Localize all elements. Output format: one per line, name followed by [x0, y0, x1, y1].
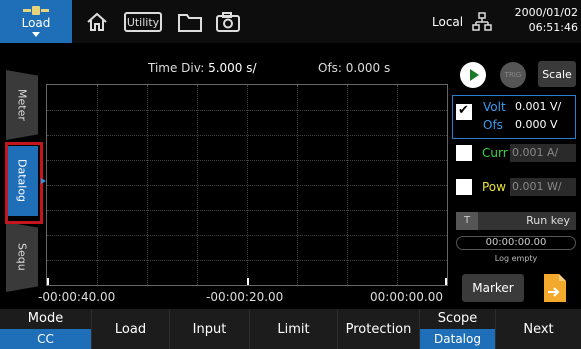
input-softkey[interactable]: Input: [170, 309, 250, 349]
tab-sequ-label: Sequ: [15, 243, 29, 271]
trace-marker-icon: [41, 178, 46, 184]
volt-ofs-value[interactable]: 0.000 V: [515, 118, 558, 131]
curr-checkbox[interactable]: [456, 145, 472, 161]
pow-scale-value[interactable]: 0.001 W/: [510, 178, 576, 196]
scope-label: Scope: [437, 311, 478, 326]
tab-sequ[interactable]: Sequ: [6, 222, 38, 292]
protection-softkey[interactable]: Protection: [338, 309, 420, 349]
pow-checkbox[interactable]: [456, 179, 472, 195]
x-label-mid: -00:00:20.00: [206, 290, 284, 304]
load-menu-button[interactable]: Load: [0, 0, 72, 43]
folder-icon[interactable]: [176, 10, 204, 34]
camera-icon[interactable]: [214, 10, 242, 34]
top-bar: Load Utility Local 2000/01/02 06:51:46: [0, 0, 581, 43]
log-status: Log empty: [494, 254, 538, 263]
marker-button[interactable]: Marker: [462, 274, 524, 302]
volt-scale-value[interactable]: 0.001 V/: [515, 100, 561, 113]
mode-softkey[interactable]: Mode CC: [0, 309, 92, 349]
scope-softkey[interactable]: Scope Datalog: [420, 309, 496, 349]
bottom-softkey-bar: Mode CC Load Input Limit Protection Scop…: [0, 309, 581, 349]
scale-button[interactable]: Scale: [538, 61, 576, 87]
limit-softkey[interactable]: Limit: [250, 309, 338, 349]
utility-button[interactable]: Utility: [124, 12, 162, 32]
time-div-readout: Time Div: 5.000 s/: [148, 61, 257, 75]
chevron-down-icon: [32, 32, 40, 37]
mode-label: Mode: [27, 311, 64, 326]
next-softkey[interactable]: Next: [496, 309, 581, 349]
run-play-button[interactable]: [460, 62, 486, 88]
mode-value: CC: [0, 329, 91, 349]
time-text: 06:51:46: [528, 21, 578, 34]
network-icon: [472, 12, 492, 32]
battery-icon: [23, 6, 49, 15]
volt-ofs-label: Ofs: [483, 118, 503, 132]
home-icon[interactable]: [84, 10, 110, 34]
run-key-label: Run key: [526, 214, 570, 227]
scope-grid[interactable]: [41, 84, 448, 286]
load-menu-label: Load: [21, 16, 51, 30]
curr-label: Curr: [482, 146, 508, 160]
tab-meter[interactable]: Meter: [6, 70, 38, 140]
datalog-highlight-box: [5, 142, 43, 224]
ofs-label: Ofs:: [318, 61, 342, 75]
trig-button[interactable]: TRIG: [500, 62, 526, 88]
datetime: 2000/01/02 06:51:46: [506, 5, 578, 35]
trigger-tag: T: [456, 212, 478, 230]
curr-scale-value[interactable]: 0.001 A/: [510, 144, 576, 162]
run-key-selector[interactable]: T Run key: [456, 212, 576, 230]
tab-meter-label: Meter: [15, 89, 29, 121]
ofs-readout: Ofs: 0.000 s: [318, 61, 390, 75]
volt-label: Volt: [483, 100, 506, 114]
volt-checkbox[interactable]: [456, 103, 472, 120]
remote-status: Local: [432, 15, 464, 29]
log-timer: 00:00:00.00: [456, 236, 576, 250]
utility-label: Utility: [126, 15, 160, 29]
scope-value: Datalog: [420, 329, 495, 349]
load-softkey[interactable]: Load: [92, 309, 170, 349]
pow-label: Pow: [482, 180, 506, 194]
ofs-value: 0.000 s: [345, 61, 391, 75]
x-label-start: -00:00:40.00: [38, 290, 116, 304]
x-label-end: 00:00:00.00: [370, 290, 443, 304]
time-div-value: 5.000 s/: [208, 61, 257, 75]
date-text: 2000/01/02: [514, 6, 578, 19]
export-icon[interactable]: [542, 272, 568, 304]
time-div-label: Time Div:: [148, 61, 205, 75]
